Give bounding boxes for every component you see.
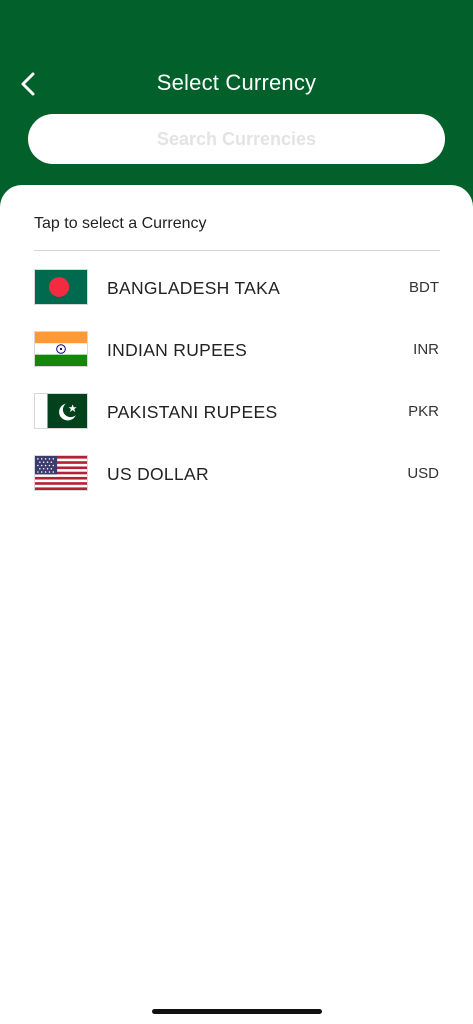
currency-name: PAKISTANI RUPEES <box>107 402 278 422</box>
list-hint: Tap to select a Currency <box>34 215 207 232</box>
divider <box>34 250 440 251</box>
currency-code: BDT <box>409 279 439 296</box>
currency-name: BANGLADESH TAKA <box>107 278 281 298</box>
currency-row-usd[interactable]: US DOLLAR USD <box>0 452 473 514</box>
select-currency-screen: Select Currency Tap to select a Currency… <box>0 0 473 1024</box>
currency-code: PKR <box>408 403 439 420</box>
currency-row-inr[interactable]: INDIAN RUPEES INR <box>0 328 473 390</box>
page-title: Select Currency <box>156 70 317 95</box>
pakistan-flag-icon <box>34 393 88 429</box>
currency-sheet: Tap to select a Currency BANGLADESH TAKA… <box>0 185 473 1024</box>
currency-code: INR <box>413 341 439 358</box>
india-flag-icon <box>34 331 88 367</box>
currency-list: BANGLADESH TAKA BDT INDIAN RUPEES INR PA… <box>0 266 473 514</box>
bangladesh-flag-icon <box>34 269 88 305</box>
usa-flag-icon <box>34 455 88 491</box>
currency-name: INDIAN RUPEES <box>107 340 248 360</box>
currency-name: US DOLLAR <box>107 464 209 484</box>
home-indicator <box>152 1009 322 1014</box>
currency-row-pkr[interactable]: PAKISTANI RUPEES PKR <box>0 390 473 452</box>
search-input[interactable] <box>28 114 445 164</box>
currency-code: USD <box>407 465 439 482</box>
currency-row-bdt[interactable]: BANGLADESH TAKA BDT <box>0 266 473 328</box>
